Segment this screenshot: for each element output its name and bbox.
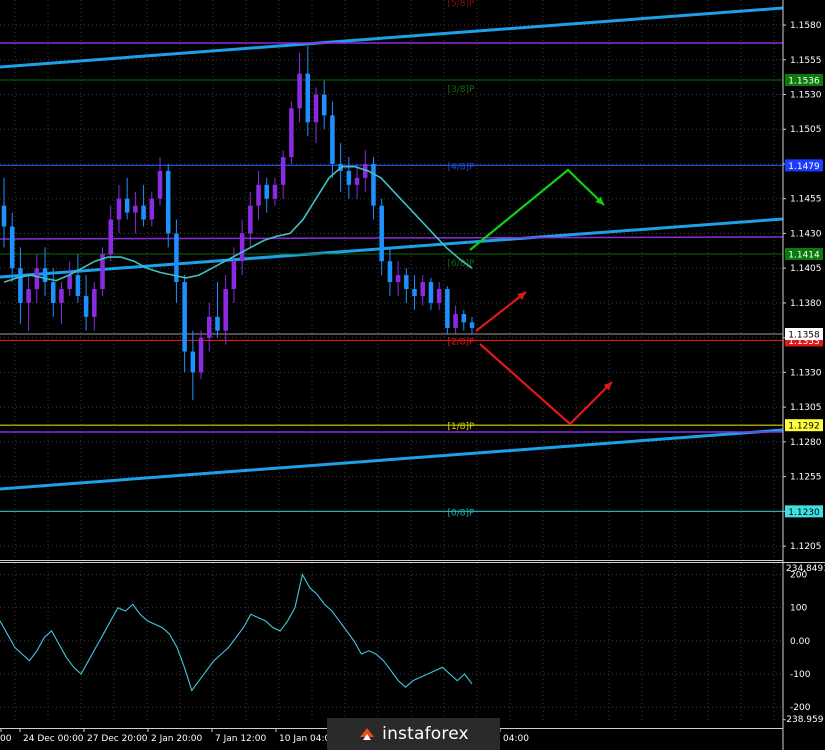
candle-body [26, 289, 31, 303]
candle-body [280, 157, 286, 185]
price-box-text: 1.1358 [788, 331, 820, 341]
candle-body [239, 233, 245, 262]
candle-body [215, 316, 220, 331]
level-label: [1/8]P [448, 422, 476, 432]
price-box-text: 1.1414 [788, 251, 820, 261]
oscillator-max-label: 234.8491 [786, 564, 825, 574]
candle-body [428, 282, 434, 303]
candle-body [461, 314, 467, 323]
candle-body [379, 205, 384, 262]
candle-body [436, 289, 442, 303]
candle-body [34, 268, 40, 290]
candle-body [313, 94, 319, 123]
candle-body [445, 289, 450, 328]
candle-body [182, 282, 187, 352]
price-box-text: 1.1230 [788, 508, 820, 518]
level-label: [0/8]P [448, 508, 476, 518]
candle-body [420, 282, 425, 296]
candle-body [108, 219, 113, 255]
price-tick-label: 1.1380 [790, 299, 822, 309]
candle-body [1, 205, 7, 227]
candle-body [346, 170, 352, 185]
candle-body [256, 184, 261, 206]
chart-background [0, 0, 825, 750]
candle-body [354, 177, 360, 185]
candle-body [149, 198, 155, 220]
candle-body [248, 205, 253, 234]
price-tick-label: 1.1505 [790, 125, 822, 135]
time-tick-label: 04:00 [503, 734, 529, 744]
price-box-text: 1.1479 [788, 162, 820, 172]
price-box-text: 1.1536 [788, 77, 820, 87]
candle-body [59, 289, 64, 303]
candle-body [116, 198, 122, 220]
candle-body [190, 351, 196, 373]
candle-body [272, 184, 278, 199]
candle-body [124, 198, 130, 213]
instaforex-logo-icon [360, 728, 375, 740]
candle-body [9, 226, 15, 269]
candle-body [223, 289, 228, 331]
price-tick-label: 1.1405 [790, 264, 822, 274]
candle-body [207, 316, 212, 338]
time-tick-label: 24 Dec 00:00 [23, 734, 84, 744]
candle-body [231, 261, 237, 290]
candle-body [133, 205, 138, 213]
candle-body [75, 275, 81, 296]
candle-body [321, 94, 327, 116]
price-tick-label: 1.1305 [790, 403, 822, 413]
candle-body [18, 268, 23, 303]
price-tick-label: 1.1280 [790, 438, 822, 448]
candle-body [42, 268, 48, 283]
candle-body [305, 73, 311, 123]
candle-body [469, 322, 475, 328]
candle-body [157, 170, 163, 199]
instaforex-watermark: instaforex [327, 718, 500, 750]
candle-body [92, 289, 97, 317]
price-tick-label: 1.1205 [790, 542, 822, 552]
level-label: [2/8]P [448, 337, 476, 347]
candle-body [165, 170, 171, 234]
candle-body [264, 184, 269, 199]
candle-body [330, 115, 335, 164]
price-tick-label: 1.1555 [790, 56, 822, 66]
price-tick-label: 1.1580 [790, 21, 822, 31]
price-box-text: 1.1292 [788, 422, 820, 432]
level-label: [3/8]P [448, 85, 476, 95]
candle-body [412, 289, 417, 296]
price-tick-label: 1.1455 [790, 195, 822, 205]
level-label: [4/8]P [448, 162, 476, 172]
candle-body [289, 108, 294, 158]
candle-body [51, 282, 56, 303]
time-tick-label: 00 [0, 734, 12, 744]
price-tick-label: 1.1430 [790, 229, 822, 239]
candle-body [404, 275, 409, 290]
price-tick-label: 1.1330 [790, 368, 822, 378]
oscillator-tick-label: -100 [790, 670, 811, 680]
time-tick-label: 7 Jan 12:00 [215, 734, 267, 744]
candle-body [141, 205, 146, 220]
oscillator-tick-label: 100 [790, 604, 807, 614]
time-tick-label: 2 Jan 20:00 [151, 734, 203, 744]
candle-body [387, 261, 393, 283]
time-tick-label: 27 Dec 20:00 [87, 734, 148, 744]
price-tick-label: 1.1530 [790, 90, 822, 100]
candle-body [371, 163, 376, 206]
price-tick-label: 1.1255 [790, 473, 822, 483]
candle-body [453, 314, 458, 328]
candle-body [297, 73, 302, 109]
candle-body [67, 275, 72, 290]
watermark-text: instaforex [382, 724, 469, 744]
candle-body [83, 295, 89, 317]
level-label: [5/8]P [448, 0, 476, 9]
candle-body [198, 337, 204, 373]
oscillator-tick-label: 0.00 [790, 637, 810, 647]
candle-body [395, 275, 401, 283]
price-chart: [4/8]P[2/8]P[1/8]P[0/8]P[5/8]P[3/8]P[6/8… [0, 0, 825, 750]
oscillator-tick-label: -200 [790, 703, 811, 713]
oscillator-min-label: -238.959 [783, 715, 824, 725]
